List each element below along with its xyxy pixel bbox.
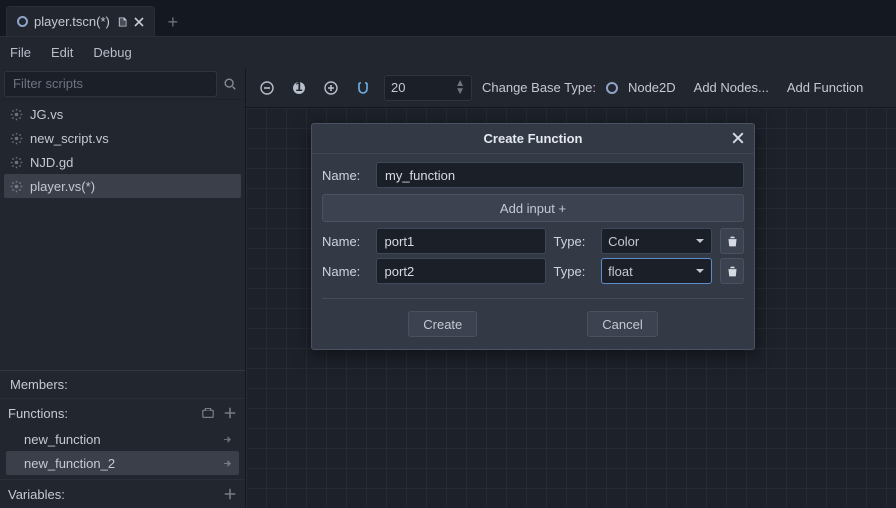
create-button[interactable]: Create: [408, 311, 477, 337]
zoom-value-field[interactable]: 20 ▲▼: [384, 75, 472, 101]
base-type-button[interactable]: Node2D: [628, 80, 676, 95]
chevron-down-icon: [695, 236, 705, 246]
chevron-down-icon: [695, 266, 705, 276]
editor-toolbar: 1 20 ▲▼ Change Base Type: Node2D Add Nod…: [246, 68, 896, 108]
script-name: player.vs(*): [30, 179, 95, 194]
function-name: new_function_2: [24, 456, 115, 471]
function-name: new_function: [24, 432, 101, 447]
variables-header: Variables:: [0, 480, 245, 508]
script-item[interactable]: NJD.gd: [4, 150, 241, 174]
filter-scripts-input[interactable]: [4, 71, 217, 97]
function-name-input[interactable]: [376, 162, 744, 188]
members-header: Members:: [0, 370, 245, 398]
node2d-icon: [606, 82, 618, 94]
input-name-field[interactable]: [376, 228, 546, 254]
input-type-select[interactable]: Color: [601, 228, 712, 254]
input-name-field[interactable]: [376, 258, 546, 284]
script-item[interactable]: JG.vs: [4, 102, 241, 126]
script-icon: [10, 132, 23, 145]
script-list: JG.vs new_script.vs NJD.gd player.vs(*): [0, 100, 245, 200]
tab-bar: player.tscn(*) +: [0, 0, 896, 36]
script-icon: [10, 156, 23, 169]
script-icon: [10, 180, 23, 193]
function-item[interactable]: new_function_2: [6, 451, 239, 475]
script-name: JG.vs: [30, 107, 63, 122]
cancel-button[interactable]: Cancel: [587, 311, 657, 337]
tab-title: player.tscn(*): [34, 14, 110, 29]
functions-label: Functions:: [8, 406, 68, 421]
tab-player[interactable]: player.tscn(*): [6, 6, 155, 36]
search-icon[interactable]: [223, 77, 237, 91]
input-type-select[interactable]: float: [601, 258, 712, 284]
type-label: Type:: [554, 234, 594, 249]
delete-input-button[interactable]: [720, 228, 744, 254]
add-variable-icon[interactable]: [223, 487, 237, 501]
script-icon: [116, 16, 128, 28]
menu-bar: File Edit Debug: [0, 36, 896, 68]
type-value: float: [608, 264, 633, 279]
script-item[interactable]: player.vs(*): [4, 174, 241, 198]
menu-file[interactable]: File: [10, 45, 31, 60]
zoom-value: 20: [391, 80, 405, 95]
left-panel: JG.vs new_script.vs NJD.gd player.vs(*) Mem…: [0, 68, 246, 508]
add-input-button[interactable]: Add input +: [322, 194, 744, 222]
menu-edit[interactable]: Edit: [51, 45, 73, 60]
type-value: Color: [608, 234, 639, 249]
functions-list: new_function new_function_2: [0, 427, 245, 479]
functions-header: Functions:: [0, 399, 245, 427]
zoom-out-button[interactable]: [256, 77, 278, 99]
close-icon[interactable]: [134, 17, 144, 27]
goto-icon[interactable]: [222, 434, 233, 445]
script-item[interactable]: new_script.vs: [4, 126, 241, 150]
dialog-title: Create Function: [484, 131, 583, 146]
function-item[interactable]: new_function: [6, 427, 239, 451]
name-label: Name:: [322, 168, 368, 183]
delete-input-button[interactable]: [720, 258, 744, 284]
zoom-reset-button[interactable]: 1: [288, 77, 310, 99]
change-base-type-label: Change Base Type:: [482, 80, 596, 95]
create-function-dialog: Create Function Name: Add input + Name: T…: [311, 123, 755, 350]
script-name: new_script.vs: [30, 131, 109, 146]
name-label: Name:: [322, 264, 368, 279]
members-label: Members:: [10, 377, 68, 392]
type-label: Type:: [554, 264, 594, 279]
svg-text:1: 1: [295, 81, 302, 94]
script-name: NJD.gd: [30, 155, 73, 170]
menu-debug[interactable]: Debug: [93, 45, 131, 60]
name-label: Name:: [322, 234, 368, 249]
override-icon[interactable]: [201, 406, 215, 420]
add-nodes-button[interactable]: Add Nodes...: [694, 80, 769, 95]
add-input-label: Add input +: [500, 201, 566, 216]
zoom-in-button[interactable]: [320, 77, 342, 99]
divider: [322, 298, 744, 299]
script-icon: [10, 108, 23, 121]
new-tab-button[interactable]: +: [159, 8, 187, 36]
stepper-icon: ▲▼: [455, 80, 465, 96]
add-function-icon[interactable]: [223, 406, 237, 420]
goto-icon[interactable]: [222, 458, 233, 469]
add-function-button[interactable]: Add Function: [787, 80, 864, 95]
variables-label: Variables:: [8, 487, 65, 502]
close-icon[interactable]: [728, 128, 748, 148]
node2d-icon: [17, 16, 28, 27]
dialog-titlebar[interactable]: Create Function: [312, 124, 754, 154]
snap-icon[interactable]: [352, 77, 374, 99]
